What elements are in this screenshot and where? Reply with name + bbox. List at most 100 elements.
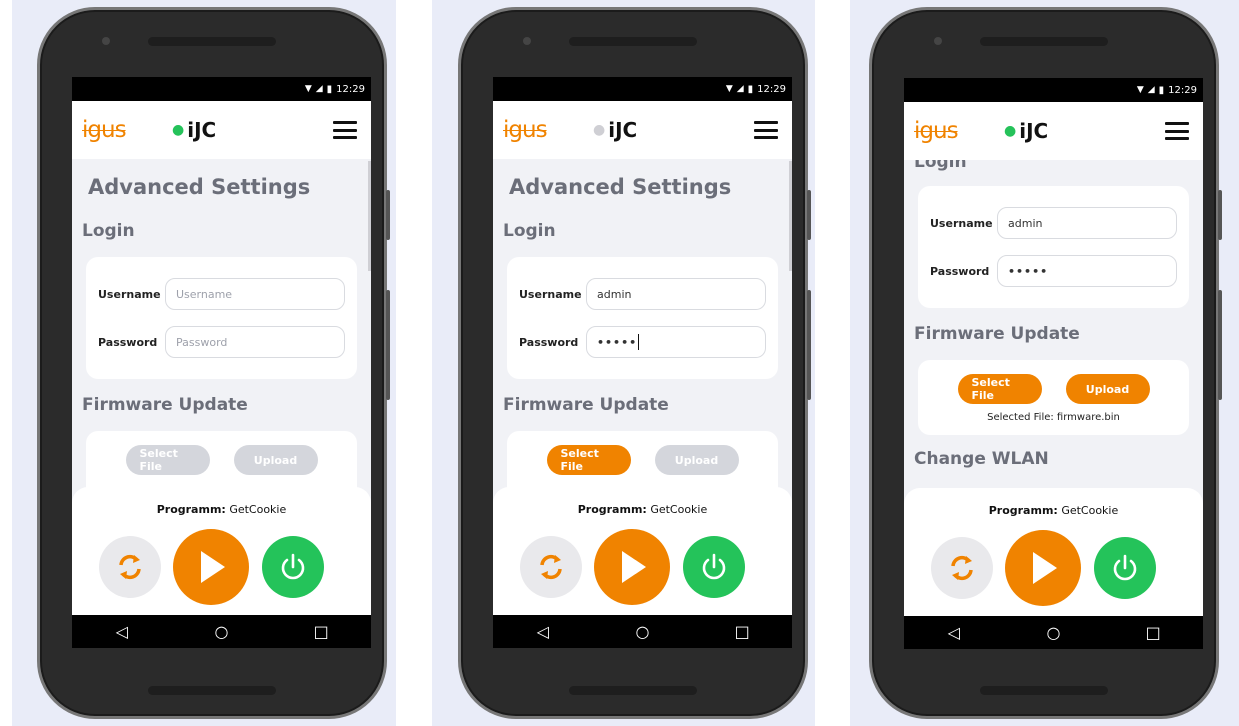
power-icon [1113,554,1137,581]
power-side-button [1218,290,1222,400]
power-icon [281,553,305,580]
firmware-buttons: Select File Upload [519,443,766,475]
status-dot-icon: ● [1004,123,1017,139]
phone-frame-2: ▼ ◢ ▮ 12:29 igus ● iJC Advanced Settings … [458,7,811,719]
status-time: 12:29 [1168,84,1197,96]
back-icon[interactable]: ◁ [528,622,558,641]
power-button[interactable] [262,536,324,598]
username-row: Username admin [930,200,1177,246]
password-value: ••••• [597,335,638,349]
refresh-button[interactable] [520,536,582,598]
password-input[interactable]: ••••• [586,326,766,358]
settings-content: Login Username admin Password ••••• Firm… [904,160,1203,475]
play-icon [1033,552,1057,584]
wifi-icon: ▼ [304,84,312,94]
refresh-button[interactable] [931,537,993,599]
password-row: Password ••••• [519,319,766,365]
upload-button[interactable]: Upload [654,445,739,475]
volume-button [1218,190,1222,240]
play-button[interactable] [1005,530,1081,606]
username-input[interactable]: admin [997,207,1177,239]
program-name: GetCookie [229,503,287,516]
front-camera [102,37,110,45]
username-input[interactable]: admin [586,278,766,310]
phone-screen: ▼ ◢ ▮ 12:29 igus ● iJC Advanced Settings … [72,77,371,648]
signal-icon: ◢ [315,84,323,94]
home-icon[interactable]: ○ [627,622,657,641]
program-label: Programm: [988,504,1058,517]
wlan-section-title: Change WLAN [914,449,1049,469]
password-input[interactable]: Password [165,326,345,358]
username-label: Username [930,216,993,230]
home-icon[interactable]: ○ [1038,623,1068,642]
settings-content: Advanced Settings Login Username Usernam… [72,159,371,501]
upload-button[interactable]: Upload [233,445,318,475]
igus-logo[interactable]: igus [503,117,561,143]
refresh-icon [951,555,973,581]
phone-screen: ▼ ◢ ▮ 12:29 igus ● iJC Advanced Settings … [493,77,792,648]
bottom-speaker [980,686,1108,695]
status-bar: ▼ ◢ ▮ 12:29 [904,78,1203,102]
signal-icon: ◢ [736,84,744,94]
hamburger-menu-icon[interactable] [333,121,357,139]
app-title-text: iJC [608,118,638,142]
program-status: Programm: GetCookie [904,504,1203,517]
program-control-panel: Programm: GetCookie [72,487,371,615]
back-icon[interactable]: ◁ [107,622,137,641]
power-button[interactable] [1094,537,1156,599]
android-nav-bar: ◁ ○ □ [904,616,1203,649]
login-section-title: Login [914,160,967,172]
play-button[interactable] [173,529,249,605]
hamburger-menu-icon[interactable] [754,121,778,139]
status-dot-icon: ● [172,122,185,138]
app-header: igus ● iJC [493,101,792,159]
phone-frame-1: ▼ ◢ ▮ 12:29 igus ● iJC Advanced Settings … [37,7,390,719]
select-file-button[interactable]: Select File [546,445,631,475]
power-side-button [386,290,390,400]
program-control-panel: Programm: GetCookie [904,488,1203,616]
front-camera [523,37,531,45]
battery-icon: ▮ [1158,84,1165,96]
firmware-section-title: Firmware Update [503,395,669,415]
program-name: GetCookie [1061,504,1119,517]
power-button[interactable] [683,536,745,598]
power-icon [702,553,726,580]
back-icon[interactable]: ◁ [939,623,969,642]
play-button[interactable] [594,529,670,605]
igus-logo[interactable]: igus [914,118,972,144]
text-caret [638,334,640,350]
igus-logo[interactable]: igus [82,117,140,143]
phone-frame-3: ▼ ◢ ▮ 12:29 igus ● iJC Login Username adm… [869,7,1222,719]
home-icon[interactable]: ○ [206,622,236,641]
recents-icon[interactable]: □ [306,622,336,641]
volume-button [386,190,390,240]
password-input[interactable]: ••••• [997,255,1177,287]
login-card: Username Username Password Password [86,257,357,379]
wifi-icon: ▼ [725,84,733,94]
select-file-button[interactable]: Select File [957,374,1042,404]
app-header: igus ● iJC [904,102,1203,160]
hamburger-menu-icon[interactable] [1165,122,1189,140]
username-input[interactable]: Username [165,278,345,310]
power-side-button [807,290,811,400]
recents-icon[interactable]: □ [1138,623,1168,642]
app-view: igus ● iJC Login Username admin Password … [904,102,1203,616]
status-bar: ▼ ◢ ▮ 12:29 [493,77,792,101]
upload-button[interactable]: Upload [1065,374,1150,404]
recents-icon[interactable]: □ [727,622,757,641]
refresh-button[interactable] [99,536,161,598]
bottom-speaker [148,686,276,695]
select-file-button[interactable]: Select File [125,445,210,475]
status-bar: ▼ ◢ ▮ 12:29 [72,77,371,101]
refresh-icon [540,554,562,580]
earpiece-speaker [148,37,276,46]
program-label: Programm: [577,503,647,516]
username-row: Username admin [519,271,766,317]
password-label: Password [519,335,579,349]
password-row: Password Password [98,319,345,365]
app-title: ● iJC [172,118,216,142]
login-card: Username admin Password ••••• [918,186,1189,308]
refresh-icon [119,554,141,580]
app-title: ● iJC [593,118,637,142]
app-title: ● iJC [1004,119,1048,143]
